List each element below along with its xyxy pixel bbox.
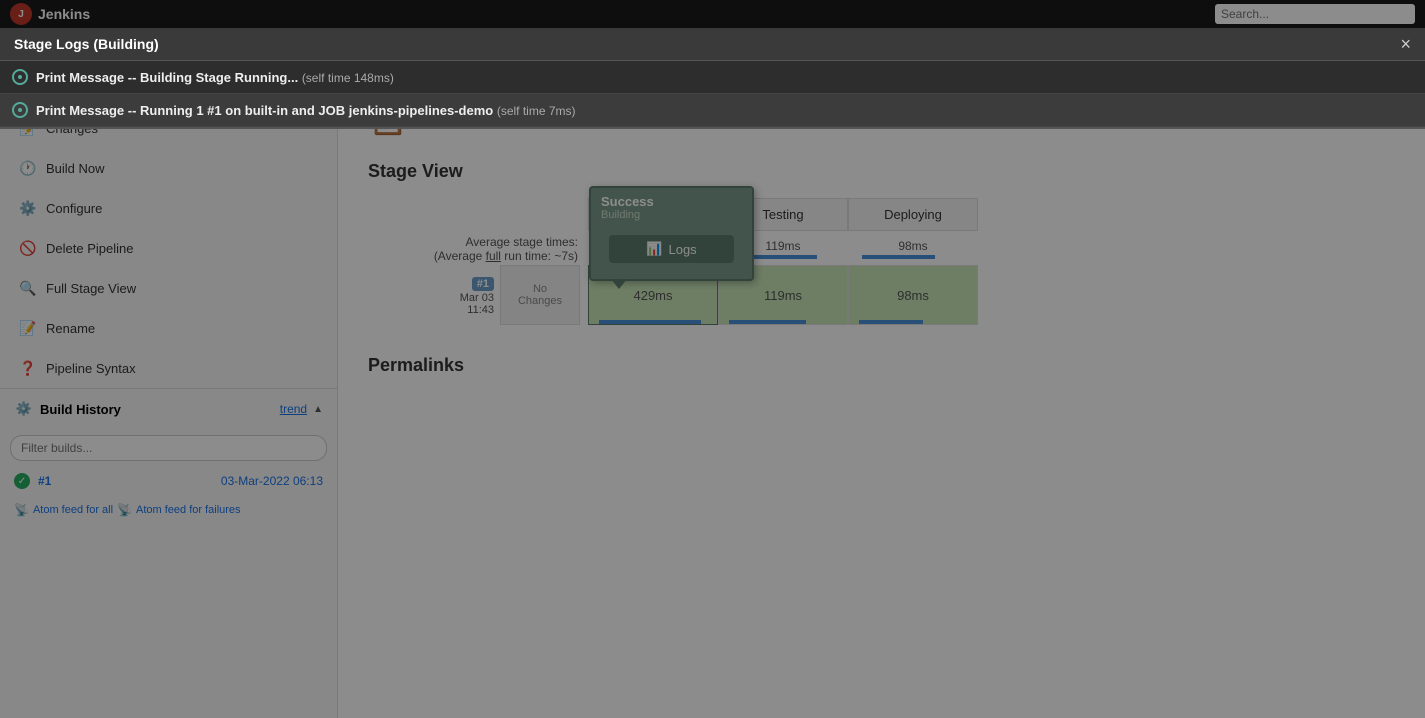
modal-titlebar: Stage Logs (Building) ×	[0, 28, 1425, 61]
modal-close-button[interactable]: ×	[1400, 35, 1411, 53]
log-entry-1[interactable]: Print Message -- Building Stage Running.…	[0, 61, 1425, 94]
modal-title: Stage Logs (Building)	[14, 36, 159, 52]
modal-window: Stage Logs (Building) × Print Message --…	[0, 28, 1425, 129]
log-text-1: Print Message -- Building Stage Running.…	[36, 70, 394, 85]
log-status-icon-1	[12, 69, 28, 85]
log-text-2: Print Message -- Running 1 #1 on built-i…	[36, 103, 576, 118]
log-status-icon-2	[12, 102, 28, 118]
log-entry-2[interactable]: Print Message -- Running 1 #1 on built-i…	[0, 94, 1425, 127]
